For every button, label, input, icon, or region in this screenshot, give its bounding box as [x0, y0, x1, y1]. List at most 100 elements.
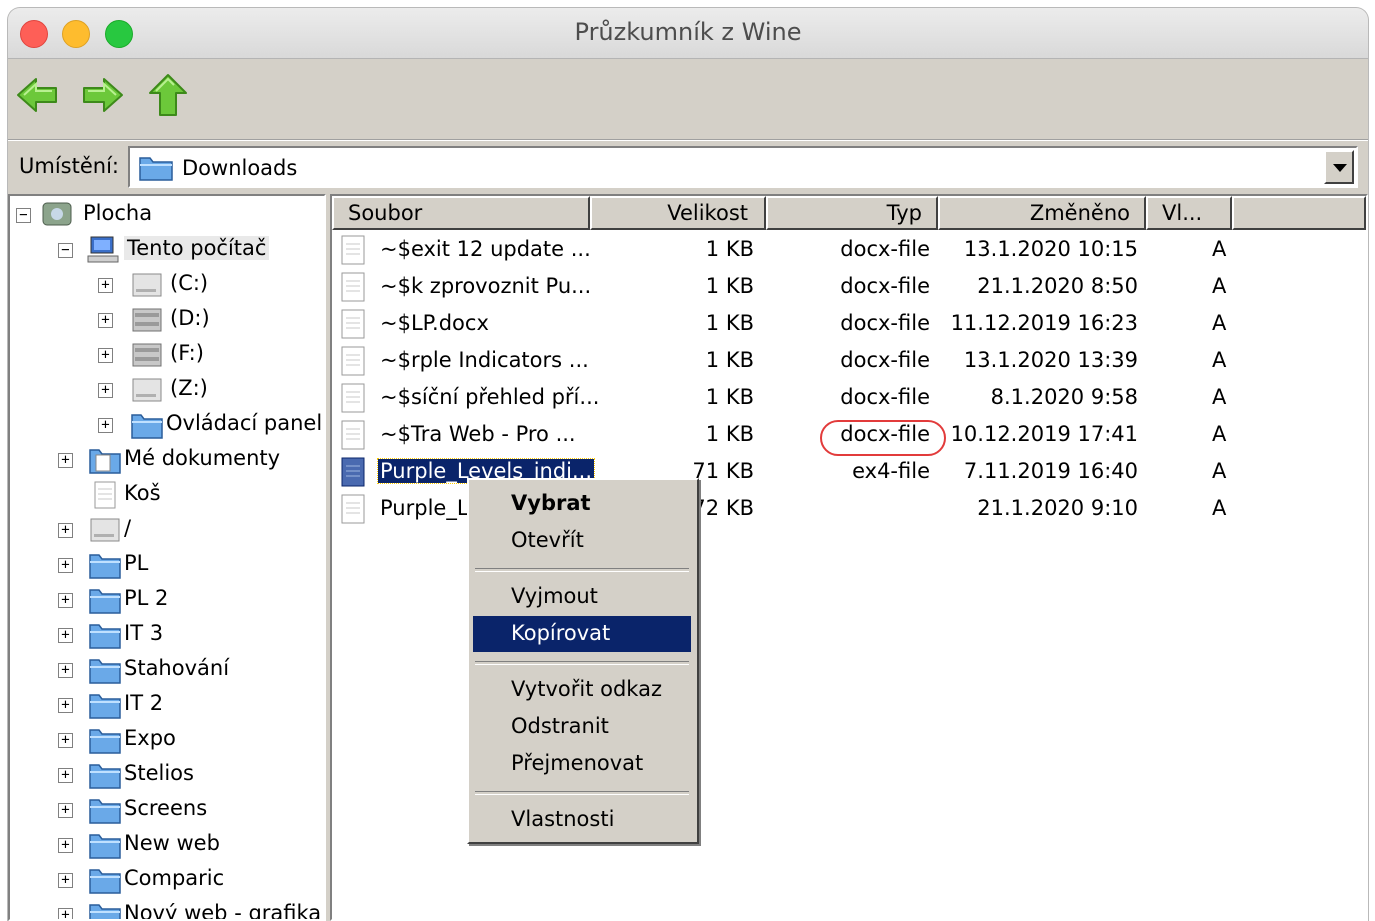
location-bar: Umístění: Downloads [8, 140, 1368, 194]
file-row[interactable]: ~$síční přehled pří... 1 KB docx-file 8.1.2… [332, 380, 1366, 417]
tree-item[interactable]: + Ovládací panel [10, 408, 324, 442]
tree-item[interactable]: + Stahování [10, 653, 324, 687]
title-bar[interactable]: Průzkumník z Wine [8, 8, 1368, 59]
tree-item[interactable]: + New web [10, 828, 324, 862]
expand-icon[interactable]: + [58, 873, 73, 888]
column-header-name[interactable]: Soubor [332, 196, 590, 230]
file-row[interactable]: ~$LP.docx 1 KB docx-file 11.12.2019 16:23 A [332, 306, 1366, 343]
document-icon [341, 235, 365, 265]
expand-icon[interactable]: + [58, 768, 73, 783]
tree-item-label: Plocha [83, 201, 153, 225]
tree-item[interactable]: − Plocha [10, 198, 324, 232]
file-type: docx-file [840, 348, 930, 372]
location-dropdown-button[interactable] [1324, 150, 1354, 184]
expand-icon[interactable]: + [98, 348, 113, 363]
tree-item[interactable]: + PL [10, 548, 324, 582]
file-row[interactable]: ~$k zprovoznit Pu... 1 KB docx-file 21.1.20… [332, 269, 1366, 306]
column-header-size[interactable]: Velikost [590, 196, 766, 230]
folder-icon [139, 157, 173, 181]
menu-item-create-link[interactable]: Vytvořit odkaz [473, 672, 691, 708]
file-size: 1 KB [705, 274, 754, 298]
expand-icon[interactable]: + [98, 383, 113, 398]
location-combobox[interactable]: Downloads [128, 146, 1358, 188]
menu-item-properties[interactable]: Vlastnosti [473, 802, 691, 838]
menu-separator [475, 568, 689, 572]
expand-icon[interactable]: + [58, 593, 73, 608]
expand-icon[interactable]: + [58, 698, 73, 713]
expand-icon[interactable]: + [98, 418, 113, 433]
tree-item[interactable]: + (Z:) [10, 373, 324, 407]
annotation-ring [820, 420, 946, 456]
tree-item[interactable]: + Nový web - grafika [10, 898, 324, 919]
tree-item[interactable]: + Screens [10, 793, 324, 827]
menu-item-select[interactable]: Vybrat [473, 486, 691, 522]
file-name: ~$síční přehled pří... [380, 385, 600, 409]
drive-icon [132, 343, 162, 367]
tree-item-label: (Z:) [170, 376, 208, 400]
tree-item[interactable]: + Expo [10, 723, 324, 757]
document-icon [341, 346, 365, 376]
tree-item-label: New web [124, 831, 220, 855]
expand-icon[interactable]: + [58, 803, 73, 818]
column-header-modified[interactable]: Změněno [938, 196, 1146, 230]
file-modified: 21.1.2020 8:50 [977, 274, 1138, 298]
tree-item[interactable]: + IT 3 [10, 618, 324, 652]
column-header-attributes[interactable]: Vl... [1146, 196, 1232, 230]
tree-item-label: Ovládací panel [166, 411, 323, 435]
expand-icon[interactable]: + [58, 628, 73, 643]
folder-icon [89, 904, 121, 919]
expand-icon[interactable]: + [98, 278, 113, 293]
expand-icon[interactable]: + [58, 558, 73, 573]
tree-item[interactable]: + (C:) [10, 268, 324, 302]
location-value: Downloads [182, 156, 298, 180]
expand-icon[interactable]: + [58, 523, 73, 538]
file-row[interactable]: ~$exit 12 update ... 1 KB docx-file 13.1.20… [332, 232, 1366, 269]
expand-icon[interactable]: + [58, 733, 73, 748]
expand-icon[interactable]: + [58, 908, 73, 919]
folder-tree[interactable]: − Plocha − Tento počítač + (C:) + (D:) + (F:) + (Z:… [8, 194, 326, 921]
file-modified: 13.1.2020 13:39 [963, 348, 1138, 372]
tree-item[interactable]: + / [10, 513, 324, 547]
computer-icon [87, 236, 119, 263]
collapse-icon[interactable]: − [58, 243, 73, 258]
tree-item[interactable]: + Stelios [10, 758, 324, 792]
tree-item[interactable]: − Tento počítač [10, 233, 324, 267]
file-modified: 8.1.2020 9:58 [990, 385, 1138, 409]
menu-item-delete[interactable]: Odstranit [473, 709, 691, 745]
tree-item-label: Tento počítač [124, 236, 270, 260]
tree-item-label: Mé dokumenty [124, 446, 281, 470]
tree-item[interactable]: + (F:) [10, 338, 324, 372]
expand-icon[interactable]: + [58, 838, 73, 853]
tree-item[interactable]: + Mé dokumenty [10, 443, 324, 477]
file-name: ~$LP.docx [380, 311, 489, 335]
file-name: ~$rple Indicators ... [380, 348, 589, 372]
expand-icon[interactable]: + [98, 313, 113, 328]
column-header-type[interactable]: Typ [766, 196, 938, 230]
tree-item[interactable]: + Comparic [10, 863, 324, 897]
tree-item[interactable]: Koš [10, 478, 324, 512]
folder-icon [89, 799, 121, 824]
folder-icon [89, 624, 121, 649]
file-type: docx-file [840, 385, 930, 409]
file-attributes: A [1212, 422, 1227, 446]
menu-item-open[interactable]: Otevřít [473, 523, 691, 559]
menu-item-rename[interactable]: Přejmenovat [473, 746, 691, 782]
menu-item-cut[interactable]: Vyjmout [473, 579, 691, 615]
tree-item[interactable]: + IT 2 [10, 688, 324, 722]
expand-icon[interactable]: + [58, 663, 73, 678]
forward-button[interactable] [78, 71, 126, 119]
tree-item[interactable]: + (D:) [10, 303, 324, 337]
tree-item[interactable]: + PL 2 [10, 583, 324, 617]
file-modified: 11.12.2019 16:23 [950, 311, 1138, 335]
document-icon [341, 494, 365, 524]
file-row[interactable]: ~$rple Indicators ... 1 KB docx-file 13.1.2… [332, 343, 1366, 380]
file-attributes: A [1212, 496, 1227, 520]
drive-icon [132, 273, 162, 297]
file-attributes: A [1212, 385, 1227, 409]
menu-item-copy[interactable]: Kopírovat [473, 616, 691, 652]
expand-icon[interactable]: + [58, 453, 73, 468]
back-button[interactable] [14, 71, 62, 119]
up-button[interactable] [144, 71, 192, 119]
tree-item-label: PL 2 [124, 586, 169, 610]
collapse-icon[interactable]: − [16, 208, 31, 223]
